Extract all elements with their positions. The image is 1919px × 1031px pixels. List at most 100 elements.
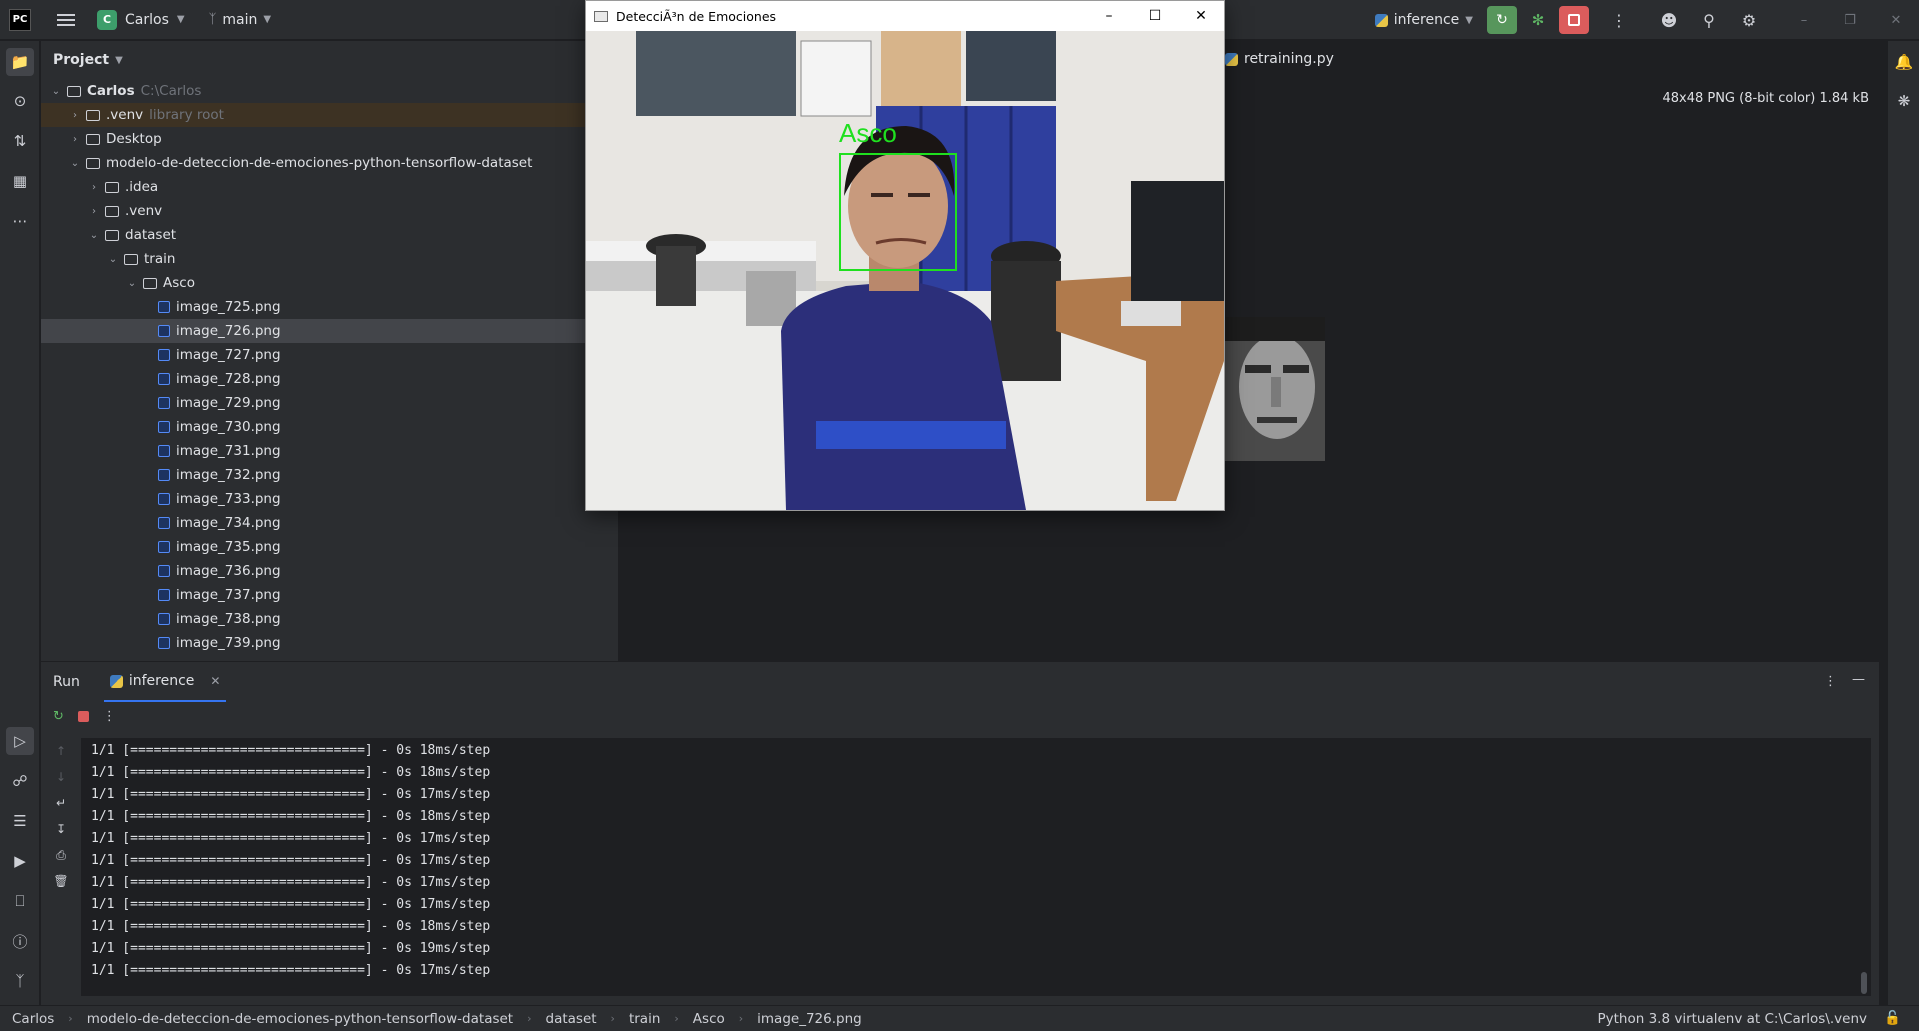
cv-maximize-button[interactable]: ☐ bbox=[1132, 1, 1178, 31]
structure-icon[interactable]: ▦ bbox=[6, 167, 34, 195]
tree-folder-item[interactable]: › .venv bbox=[41, 199, 618, 223]
scroll-down-icon[interactable]: ↓ bbox=[53, 770, 69, 786]
console-scrollbar[interactable] bbox=[1861, 972, 1867, 994]
breadcrumb-item[interactable]: dataset bbox=[546, 1011, 597, 1027]
console-line: 1/1 [==============================] - 0… bbox=[91, 831, 491, 846]
tree-file-item[interactable]: image_733.png bbox=[41, 487, 618, 511]
breadcrumb-item[interactable]: modelo-de-deteccion-de-emociones-python-… bbox=[87, 1011, 513, 1027]
lock-icon[interactable]: 🔓 bbox=[1884, 1010, 1901, 1026]
stop-button[interactable] bbox=[1559, 6, 1589, 34]
chevron-right-icon[interactable]: › bbox=[68, 110, 82, 121]
chevron-down-icon[interactable]: ⌄ bbox=[68, 158, 82, 169]
tree-folder-item[interactable]: ⌄ Asco bbox=[41, 271, 618, 295]
tree-file-item[interactable]: image_732.png bbox=[41, 463, 618, 487]
image-file-icon bbox=[158, 445, 170, 457]
clear-trash-icon[interactable]: 🗑 bbox=[53, 874, 69, 890]
rerun-icon[interactable]: ↻ bbox=[53, 709, 64, 724]
chevron-down-icon[interactable]: ⌄ bbox=[87, 230, 101, 241]
console-output[interactable]: 1/1 [==============================] - 0… bbox=[81, 738, 1871, 996]
console-line: 1/1 [==============================] - 0… bbox=[91, 787, 491, 802]
more-options-icon[interactable]: ⋮ bbox=[103, 709, 116, 724]
cv-window-titlebar[interactable]: DetecciÃ³n de Emociones – ☐ ✕ bbox=[586, 1, 1224, 31]
close-button[interactable]: ✕ bbox=[1873, 0, 1919, 40]
pull-requests-icon[interactable]: ⇅ bbox=[6, 127, 34, 155]
settings-gear-icon[interactable]: ⚙ bbox=[1729, 0, 1769, 40]
tree-file-item[interactable]: image_735.png bbox=[41, 535, 618, 559]
add-user-icon[interactable]: ☻ bbox=[1649, 0, 1689, 40]
tree-folder-item[interactable]: ⌄ Carlos C:\Carlos bbox=[41, 79, 618, 103]
emotion-detection-window[interactable]: DetecciÃ³n de Emociones – ☐ ✕ Asco bbox=[585, 0, 1225, 511]
chevron-right-icon[interactable]: › bbox=[87, 182, 101, 193]
editor-tab[interactable]: retraining.py bbox=[1225, 51, 1334, 67]
commit-icon[interactable]: ⊙ bbox=[6, 87, 34, 115]
more-tools-icon[interactable]: ⋯ bbox=[6, 207, 34, 235]
chevron-right-icon[interactable]: › bbox=[68, 134, 82, 145]
notifications-bell-icon[interactable]: 🔔 bbox=[1890, 48, 1918, 76]
tree-folder-item[interactable]: › Desktop bbox=[41, 127, 618, 151]
scroll-up-icon[interactable]: ↑ bbox=[53, 744, 69, 760]
tree-file-item[interactable]: image_736.png bbox=[41, 559, 618, 583]
run-tool-icon[interactable]: ▷ bbox=[6, 727, 34, 755]
run-tab-inference[interactable]: inference ✕ bbox=[103, 662, 227, 702]
tree-file-item[interactable]: image_727.png bbox=[41, 343, 618, 367]
breadcrumb-item[interactable]: train bbox=[629, 1011, 660, 1027]
tree-folder-item[interactable]: ⌄ dataset bbox=[41, 223, 618, 247]
chevron-down-icon[interactable]: ⌄ bbox=[125, 278, 139, 289]
chevron-down-icon[interactable]: ⌄ bbox=[106, 254, 120, 265]
tree-folder-item[interactable]: ⌄ train bbox=[41, 247, 618, 271]
soft-wrap-icon[interactable]: ↵ bbox=[53, 796, 69, 812]
ai-assistant-icon[interactable]: ❋ bbox=[1890, 87, 1918, 115]
problems-icon[interactable]: ⓘ bbox=[6, 927, 34, 955]
breadcrumb-item[interactable]: image_726.png bbox=[757, 1011, 862, 1027]
services-icon[interactable]: ▶ bbox=[6, 847, 34, 875]
main-menu-icon[interactable] bbox=[57, 13, 75, 26]
tree-file-item[interactable]: image_734.png bbox=[41, 511, 618, 535]
project-panel-header[interactable]: Project ▼ bbox=[41, 41, 618, 79]
chevron-right-icon[interactable]: › bbox=[87, 206, 101, 217]
tree-file-item[interactable]: image_730.png bbox=[41, 415, 618, 439]
tree-file-item[interactable]: image_729.png bbox=[41, 391, 618, 415]
search-icon[interactable]: ⚲ bbox=[1689, 0, 1729, 40]
more-options-icon[interactable]: ⋮ bbox=[1824, 674, 1837, 689]
tree-file-item[interactable]: image_738.png bbox=[41, 607, 618, 631]
breadcrumb-item[interactable]: Carlos bbox=[12, 1011, 54, 1027]
scroll-to-end-icon[interactable]: ↧ bbox=[53, 822, 69, 838]
vcs-branch-widget[interactable]: ᛉ main ▼ bbox=[209, 12, 272, 28]
console-line: 1/1 [==============================] - 0… bbox=[91, 853, 491, 868]
tree-file-item[interactable]: image_731.png bbox=[41, 439, 618, 463]
breadcrumb-separator: › bbox=[674, 1012, 679, 1025]
restore-button[interactable]: ❐ bbox=[1827, 0, 1873, 40]
tree-file-item[interactable]: image_725.png bbox=[41, 295, 618, 319]
pycharm-logo-icon[interactable]: PC bbox=[9, 8, 31, 31]
chevron-down-icon: ▼ bbox=[176, 14, 185, 25]
terminal-icon[interactable]: ⎕ bbox=[6, 887, 34, 915]
tree-folder-item[interactable]: ⌄ modelo-de-deteccion-de-emociones-python… bbox=[41, 151, 618, 175]
more-actions-icon[interactable]: ⋮ bbox=[1599, 0, 1639, 40]
breadcrumb-item[interactable]: Asco bbox=[693, 1011, 725, 1027]
close-tab-icon[interactable]: ✕ bbox=[210, 674, 220, 688]
chevron-down-icon[interactable]: ⌄ bbox=[49, 86, 63, 97]
minimize-button[interactable]: – bbox=[1781, 0, 1827, 40]
cv-minimize-button[interactable]: – bbox=[1086, 1, 1132, 31]
rerun-button[interactable]: ↻ bbox=[1487, 6, 1517, 34]
project-widget[interactable]: C Carlos ▼ bbox=[97, 9, 185, 30]
project-folder-icon[interactable]: 📁 bbox=[6, 48, 34, 76]
python-console-icon[interactable]: ☍ bbox=[6, 767, 34, 795]
tree-file-item[interactable]: image_728.png bbox=[41, 367, 618, 391]
stop-icon[interactable] bbox=[77, 710, 89, 722]
tree-file-item[interactable]: image_739.png bbox=[41, 631, 618, 655]
tree-folder-item[interactable]: › .idea bbox=[41, 175, 618, 199]
cv-close-button[interactable]: ✕ bbox=[1178, 1, 1224, 31]
tree-file-item[interactable]: image_737.png bbox=[41, 583, 618, 607]
run-config-selector[interactable]: inference ▼ bbox=[1374, 12, 1473, 28]
folder-icon bbox=[143, 277, 157, 289]
git-icon[interactable]: ᛉ bbox=[6, 967, 34, 995]
tree-file-item[interactable]: image_726.png bbox=[41, 319, 618, 343]
print-icon[interactable]: ⎙ bbox=[53, 848, 69, 864]
debug-button[interactable]: ✻ bbox=[1525, 6, 1551, 34]
tree-folder-item[interactable]: › .venv library root bbox=[41, 103, 618, 127]
layers-icon[interactable]: ☰ bbox=[6, 807, 34, 835]
hide-panel-icon[interactable]: — bbox=[1852, 672, 1865, 687]
interpreter-status[interactable]: Python 3.8 virtualenv at C:\Carlos\.venv bbox=[1597, 1011, 1867, 1027]
folder-icon bbox=[105, 181, 119, 193]
